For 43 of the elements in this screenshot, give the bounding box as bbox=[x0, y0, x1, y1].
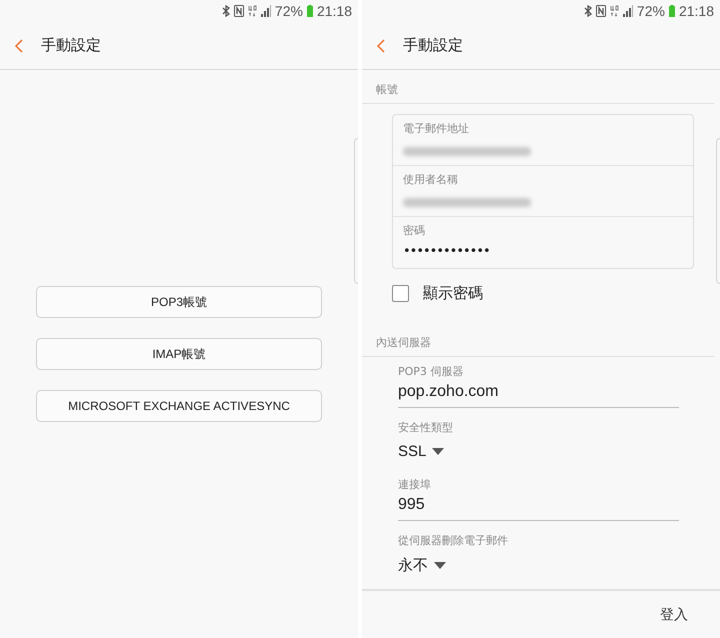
back-icon bbox=[377, 38, 385, 52]
battery-icon bbox=[306, 5, 313, 17]
screen-title: 手動設定 bbox=[41, 36, 101, 55]
field-label: 從伺服器刪除電子郵件 bbox=[398, 533, 509, 548]
field-label: 連接埠 bbox=[398, 477, 432, 492]
battery-percent: 72% bbox=[636, 3, 665, 19]
clock: 21:18 bbox=[678, 3, 714, 19]
input-field[interactable]: 995 bbox=[398, 492, 679, 521]
field-label: 密碼 bbox=[403, 223, 426, 238]
dropdown-arrow-icon bbox=[434, 562, 446, 569]
back-button[interactable] bbox=[375, 36, 387, 54]
dropdown[interactable]: 永不 bbox=[398, 548, 446, 585]
checkbox[interactable] bbox=[392, 285, 409, 302]
input-field[interactable]: 密碼 ••••••••••••• bbox=[393, 217, 693, 268]
section-header: 內送伺服器 bbox=[362, 323, 714, 357]
dropdown-arrow-icon bbox=[432, 448, 444, 455]
dropdown[interactable]: SSL bbox=[398, 435, 444, 470]
nfc-icon bbox=[596, 5, 606, 17]
field-value: ••••••••••••• bbox=[403, 244, 491, 259]
bluetooth-icon bbox=[222, 5, 230, 17]
account-type-button[interactable]: POP3帳號 bbox=[36, 286, 322, 318]
input-field[interactable]: pop.zoho.com bbox=[398, 379, 679, 408]
account-type-button[interactable]: IMAP帳號 bbox=[36, 338, 322, 370]
bluetooth-icon bbox=[584, 5, 592, 17]
battery-percent: 72% bbox=[274, 3, 303, 19]
signal-icon bbox=[622, 5, 633, 17]
nfc-icon bbox=[234, 5, 244, 17]
clock: 21:18 bbox=[316, 3, 352, 19]
account-type-button[interactable]: MICROSOFT EXCHANGE ACTIVESYNC bbox=[36, 390, 322, 422]
field-label: POP3 伺服器 bbox=[398, 364, 464, 379]
network-type-icon bbox=[248, 5, 257, 17]
checkbox-label: 顯示密碼 bbox=[423, 284, 483, 303]
field-label: 安全性類型 bbox=[398, 420, 454, 435]
back-icon bbox=[15, 38, 23, 52]
battery-icon bbox=[668, 5, 675, 17]
field-label: 使用者名稱 bbox=[403, 172, 459, 187]
login-button[interactable]: 登入 bbox=[656, 602, 692, 628]
network-type-icon bbox=[610, 5, 619, 17]
back-button[interactable] bbox=[13, 36, 25, 54]
signal-icon bbox=[260, 5, 271, 17]
section-header: 帳號 bbox=[362, 70, 714, 104]
field-label: 電子郵件地址 bbox=[403, 121, 470, 136]
screen-title: 手動設定 bbox=[403, 36, 463, 55]
